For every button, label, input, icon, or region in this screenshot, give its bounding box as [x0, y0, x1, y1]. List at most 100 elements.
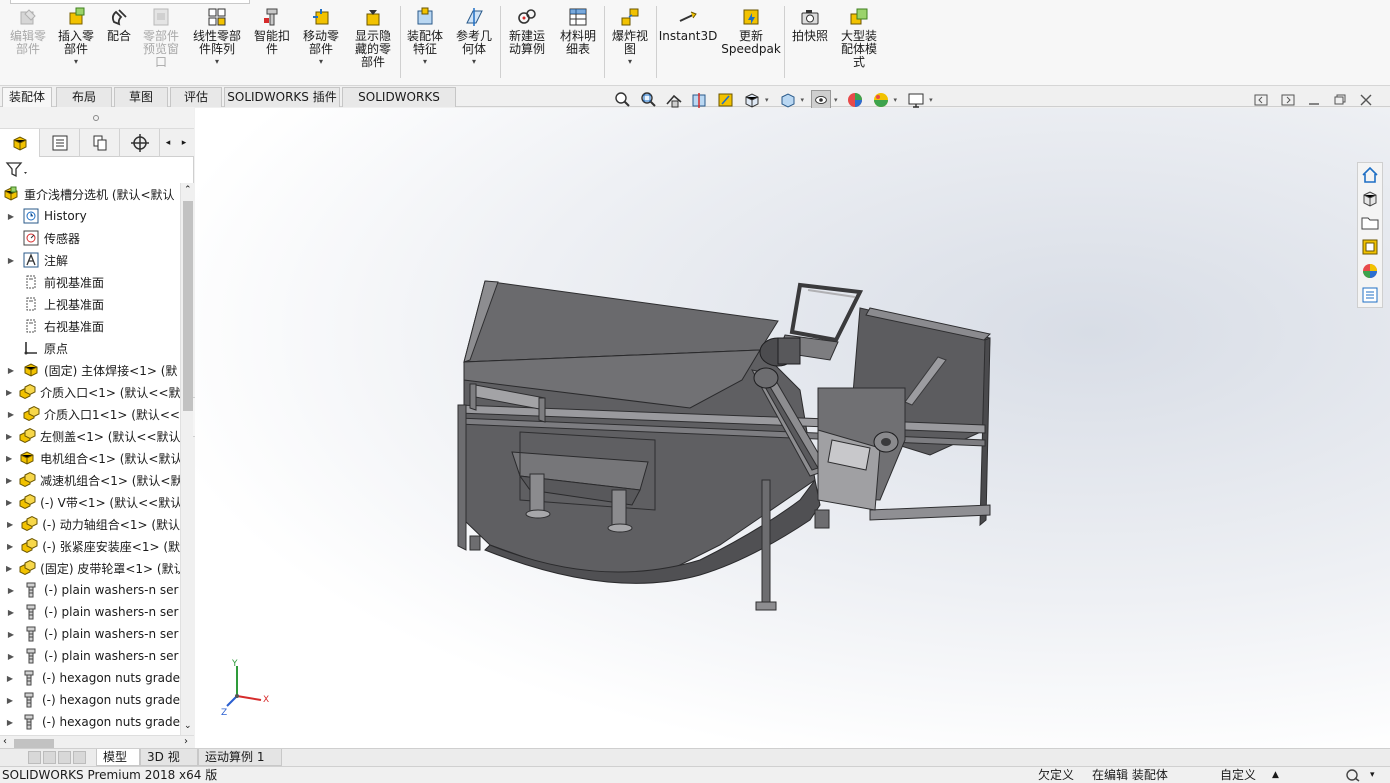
update-speedpak-button[interactable]: 更新 Speedpak [721, 6, 781, 56]
expand-arrow-icon[interactable]: ▶ [6, 564, 12, 573]
tab-property-manager[interactable] [40, 129, 80, 157]
expand-arrow-icon[interactable]: ▶ [6, 630, 16, 639]
expand-arrow-icon[interactable]: ▶ [6, 388, 12, 397]
tab-feature-manager[interactable] [0, 129, 40, 157]
assembly-model-view[interactable] [195, 108, 1390, 750]
tab-model[interactable]: 模型 [96, 749, 140, 766]
tab-scroll-left[interactable]: ◂ [160, 129, 176, 157]
expand-arrow-icon[interactable]: ▶ [6, 476, 12, 485]
chevron-down-icon[interactable]: ▾ [1370, 767, 1375, 783]
close-icon[interactable] [1358, 92, 1374, 108]
expand-arrow-icon[interactable]: ▶ [6, 366, 16, 375]
expand-arrow-icon[interactable]: ▶ [6, 696, 14, 705]
tree-item[interactable]: ▶ 减速机组合<1> (默认<默 [0, 469, 180, 491]
scroll-thumb[interactable] [14, 739, 54, 748]
assembly-features-button[interactable]: 装配体 特征 ▾ [402, 6, 448, 66]
tab-motion-study-1[interactable]: 运动算例 1 [198, 749, 282, 766]
tab-solidworks-addins[interactable]: SOLIDWORKS 插件 [224, 87, 340, 107]
move-component-button[interactable]: 移动零 部件 ▾ [298, 6, 344, 66]
expand-arrow-icon[interactable]: ▶ [6, 608, 16, 617]
restore-icon[interactable] [1332, 92, 1348, 108]
expand-arrow-icon[interactable]: ▶ [6, 718, 14, 727]
next-tab-icon[interactable] [58, 751, 71, 764]
expand-arrow-icon[interactable]: ▶ [6, 586, 16, 595]
tab-evaluate[interactable]: 评估 [170, 87, 222, 107]
tree-item[interactable]: ▶ 电机组合<1> (默认<默认 [0, 447, 180, 469]
status-units[interactable]: 自定义 [1220, 767, 1256, 783]
tree-item[interactable]: ▶ (固定) 主体焊接<1> (默 [0, 359, 180, 381]
tree-item[interactable]: ▶ (-) hexagon nuts grade [0, 667, 180, 689]
new-motion-study-button[interactable]: 新建运 动算例 [504, 6, 550, 56]
expand-arrow-icon[interactable]: ▶ [6, 520, 14, 529]
tree-vertical-scrollbar[interactable]: ⌃ ⌄ [180, 183, 194, 735]
smart-fasteners-button[interactable]: 智能扣 件 [250, 6, 294, 56]
chevron-down-icon[interactable]: ▾ [423, 58, 427, 66]
chevron-down-icon[interactable]: ▾ [628, 58, 632, 66]
tree-item[interactable]: ▶ (-) plain washers-n ser [0, 623, 180, 645]
tab-layout[interactable]: 布局 [56, 87, 112, 107]
chevron-up-icon[interactable]: ▲ [1272, 767, 1279, 783]
linear-pattern-button[interactable]: 线性零部 件阵列 ▾ [188, 6, 246, 66]
take-snapshot-button[interactable]: 拍快照 [788, 6, 832, 43]
design-library-icon[interactable] [1360, 189, 1380, 209]
tab-sketch[interactable]: 草图 [114, 87, 168, 107]
chevron-down-icon[interactable]: ▾ [319, 58, 323, 66]
reference-geometry-button[interactable]: 参考几 何体 ▾ [452, 6, 496, 66]
show-hidden-components-button[interactable]: 显示隐 藏的零 部件 [350, 6, 396, 69]
tree-item[interactable]: ▶ (-) V带<1> (默认<<默认 [0, 491, 180, 513]
expand-arrow-icon[interactable]: ▶ [6, 410, 16, 419]
graphics-area[interactable]: Y X Z [195, 108, 1390, 750]
tree-item[interactable]: ▶ (-) 动力轴组合<1> (默认 [0, 513, 180, 535]
tab-assembly[interactable]: 装配体 [2, 87, 52, 107]
expand-arrow-icon[interactable]: ▶ [6, 432, 12, 441]
component-preview-button[interactable]: 零部件 预览窗 口 [138, 6, 184, 69]
solidworks-resources-icon[interactable] [1360, 165, 1380, 185]
tree-item[interactable]: 传感器 [0, 227, 180, 249]
panel-grip[interactable] [0, 107, 194, 129]
expand-arrow-icon[interactable]: ▶ [6, 498, 12, 507]
tab-dimxpert-manager[interactable] [120, 129, 160, 157]
tree-item[interactable]: ▶ History [0, 205, 180, 227]
appearances-icon[interactable] [1360, 261, 1380, 281]
chevron-down-icon[interactable]: ▾ [74, 58, 78, 66]
chevron-down-icon[interactable]: ▾ [929, 96, 933, 104]
tree-item[interactable]: ▶ (-) plain washers-n ser [0, 601, 180, 623]
tree-filter[interactable] [0, 157, 194, 183]
tree-item[interactable]: ▶ (-) hexagon nuts grade [0, 711, 180, 733]
prev-tab-icon[interactable] [43, 751, 56, 764]
tree-item[interactable]: ▶ 注解 [0, 249, 180, 271]
last-tab-icon[interactable] [73, 751, 86, 764]
scroll-up-icon[interactable]: ⌃ [184, 185, 192, 195]
tree-item[interactable]: 右视基准面 [0, 315, 180, 337]
scroll-left-icon[interactable]: ‹ [3, 736, 7, 747]
instant3d-button[interactable]: Instant3D [659, 6, 717, 43]
chevron-down-icon[interactable]: ▾ [765, 96, 769, 104]
tab-configuration-manager[interactable] [80, 129, 120, 157]
scroll-down-icon[interactable]: ⌄ [184, 721, 192, 731]
expand-arrow-icon[interactable]: ▶ [6, 212, 16, 221]
zoom-to-area-icon[interactable] [638, 90, 658, 110]
tree-item[interactable]: ▶ (-) 张紧座安装座<1> (默 [0, 535, 180, 557]
file-explorer-icon[interactable] [1360, 213, 1380, 233]
scroll-thumb[interactable] [183, 201, 193, 411]
large-assembly-mode-button[interactable]: 大型装 配体模 式 [836, 6, 882, 69]
mate-button[interactable]: 配合 [102, 6, 136, 43]
insert-components-button[interactable]: 插入零 部件 ▾ [54, 6, 98, 66]
dynamic-annotation-icon[interactable] [716, 90, 736, 110]
expand-arrow-icon[interactable]: ▶ [6, 256, 16, 265]
collapse-panel-right-icon[interactable] [1280, 92, 1296, 108]
view-orientation-icon[interactable] [742, 90, 762, 110]
tree-item[interactable]: ▶ (-) plain washers-n ser [0, 645, 180, 667]
section-view-icon[interactable] [690, 90, 710, 110]
edit-component-button[interactable]: 编辑零 部件 [6, 6, 50, 56]
tree-item[interactable]: ▶ (-) hexagon nuts grade [0, 689, 180, 711]
tree-item[interactable]: 原点 [0, 337, 180, 359]
rebuild-status-icon[interactable] [1345, 768, 1361, 782]
previous-view-icon[interactable] [664, 90, 684, 110]
expand-arrow-icon[interactable]: ▶ [6, 454, 12, 463]
scroll-right-icon[interactable]: › [184, 736, 188, 747]
tree-item[interactable]: ▶ (固定) 皮带轮罩<1> (默认 [0, 557, 180, 579]
chevron-down-icon[interactable]: ▾ [834, 96, 838, 104]
tab-scroll-right[interactable]: ▸ [176, 129, 192, 157]
chevron-down-icon[interactable]: ▾ [472, 58, 476, 66]
